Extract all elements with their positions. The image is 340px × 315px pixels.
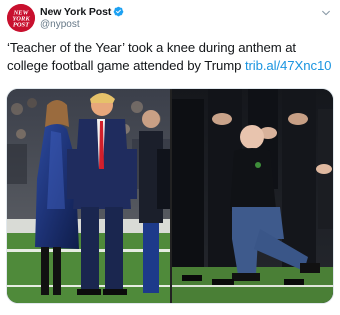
tweet[interactable]: NEW YORK POST New York Post @nypost ‘Tea…: [0, 0, 340, 315]
account-handle[interactable]: @nypost: [40, 19, 124, 30]
tweet-header: NEW YORK POST New York Post @nypost: [7, 4, 333, 32]
display-name[interactable]: New York Post: [40, 6, 111, 18]
account-names: New York Post @nypost: [40, 5, 124, 30]
verified-badge-icon: [113, 6, 124, 17]
photo-trump-melania[interactable]: [7, 89, 170, 303]
svg-text:POST: POST: [13, 22, 30, 29]
tweet-text-line-2: college football game attended by Trump: [7, 58, 242, 73]
nypost-logo-icon: NEW YORK POST: [7, 4, 35, 32]
avatar[interactable]: NEW YORK POST: [7, 4, 35, 32]
chevron-down-icon[interactable]: [321, 8, 331, 18]
tweet-link[interactable]: trib.al/47Xnc10: [245, 58, 332, 73]
tweet-media[interactable]: [6, 88, 334, 304]
tweet-text: ‘Teacher of the Year’ took a knee during…: [7, 39, 335, 75]
tweet-text-line-1: ‘Teacher of the Year’ took a knee during…: [7, 40, 296, 55]
photo-teacher-kneeling[interactable]: [172, 89, 333, 303]
